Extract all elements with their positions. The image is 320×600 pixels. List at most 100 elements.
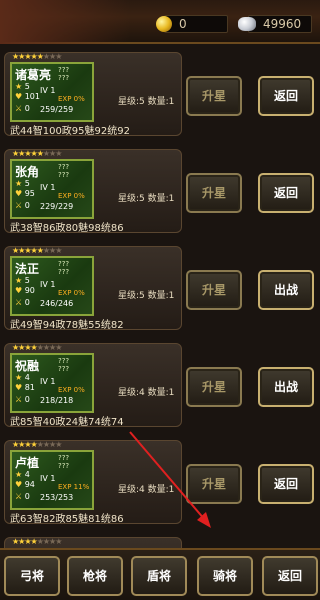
heart-icon: ♥ <box>15 189 23 198</box>
star-small-icon: ★ <box>15 470 23 479</box>
hero-unknown-2: ??? <box>58 365 70 373</box>
hero-bottom-left: ⚔ 0 <box>15 395 30 404</box>
hero-unknown-1: ??? <box>58 66 70 74</box>
star-icon: ★ <box>55 149 62 158</box>
silver-ingot-icon <box>238 17 256 31</box>
hero-portrait[interactable]: 祝融 ★ 4 ♥ 81 ⚔ 0?????? IV 1 EXP 0% 218/218 <box>10 353 94 413</box>
heart-icon: ♥ <box>15 286 23 295</box>
silver-amount: 49960 <box>248 15 312 33</box>
star-small-icon: ★ <box>15 179 23 188</box>
tab-cavalry[interactable]: 骑将 <box>197 556 253 596</box>
hero-stars: ★★★★★★★★ <box>12 440 62 449</box>
hero-iv: IV 1 <box>40 86 56 95</box>
hero-stars: ★★★★★★★★ <box>12 537 62 546</box>
hero-stats: 武44智100政95魅92统92 <box>10 126 130 137</box>
hero-card[interactable]: ★★★★★★★★ 祝融 ★ 4 ♥ 81 ⚔ 0?????? IV 1 EXP 0% 218/… <box>0 339 320 429</box>
star-small-icon: ★ <box>15 82 23 91</box>
hero-level-line: ★ 5 <box>15 82 30 91</box>
hero-action-button[interactable]: 返回 <box>258 173 314 213</box>
hero-hp-left: ♥ 94 <box>15 480 35 489</box>
hero-stars: ★★★★★★★★ <box>12 343 62 352</box>
hero-stats: 武85智40政24魅74统74 <box>10 417 124 428</box>
hero-portrait[interactable]: 诸葛亮 ★ 5 ♥ 101 ⚔ 0?????? IV 1 EXP 0% 259/259 <box>10 62 94 122</box>
star-small-icon: ★ <box>15 276 23 285</box>
tab-shield[interactable]: 盾将 <box>131 556 187 596</box>
hero-portrait[interactable]: 卢植 ★ 4 ♥ 94 ⚔ 0?????? IV 1 EXP 11% 253/253 <box>10 450 94 510</box>
hero-name: 张角 <box>15 165 40 179</box>
hero-card[interactable]: ★★★★★★★★ 张角 ★ 5 ♥ 95 ⚔ 0?????? IV 1 EXP 0% 229/… <box>0 145 320 235</box>
hero-hp-left: ♥ 101 <box>15 92 40 101</box>
hero-exp: EXP 0% <box>58 95 85 103</box>
hero-action-button[interactable]: 返回 <box>258 464 314 504</box>
star-icon: ★ <box>55 440 62 449</box>
hero-stars: ★★★★★★★★ <box>12 246 62 255</box>
hero-name: 诸葛亮 <box>15 68 52 82</box>
hero-card-partial[interactable]: ★★★★★★★★ <box>0 533 320 548</box>
heart-icon: ♥ <box>15 92 23 101</box>
hero-stats: 武38智86政80魅98统86 <box>10 223 124 234</box>
sword-icon: ⚔ <box>15 395 23 404</box>
hero-info: 星级:5 数量:1 <box>118 291 175 301</box>
hero-exp: EXP 0% <box>58 386 85 394</box>
star-icon: ★ <box>55 246 62 255</box>
sword-icon: ⚔ <box>15 492 23 501</box>
hero-level-line: ★ 4 <box>15 373 30 382</box>
hero-card[interactable]: ★★★★★★★★ 法正 ★ 5 ♥ 90 ⚔ 0?????? IV 1 EXP 0% 246/… <box>0 242 320 332</box>
hero-unknown-1: ??? <box>58 454 70 462</box>
hero-stars: ★★★★★★★★ <box>12 149 62 158</box>
star-icon: ★ <box>55 343 62 352</box>
hero-hp: 253/253 <box>40 493 74 502</box>
sword-icon: ⚔ <box>15 298 23 307</box>
hero-action-button[interactable]: 返回 <box>258 76 314 116</box>
hero-portrait[interactable]: 张角 ★ 5 ♥ 95 ⚔ 0?????? IV 1 EXP 0% 229/229 <box>10 159 94 219</box>
upgrade-star-button[interactable]: 升星 <box>186 367 242 407</box>
gold-coin-icon <box>156 16 172 32</box>
hero-bottom-left: ⚔ 0 <box>15 492 30 501</box>
hero-card[interactable]: ★★★★★★★★ 卢植 ★ 4 ♥ 94 ⚔ 0?????? IV 1 EXP 11% 253… <box>0 436 320 526</box>
hero-hp: 259/259 <box>40 105 74 114</box>
hero-unknown-2: ??? <box>58 74 70 82</box>
hero-card[interactable]: ★★★★★★★★ 诸葛亮 ★ 5 ♥ 101 ⚔ 0?????? IV 1 EXP 0% 25… <box>0 48 320 138</box>
hero-exp: EXP 0% <box>58 192 85 200</box>
hero-stats: 武63智82政85魅81统86 <box>10 514 124 525</box>
hero-exp: EXP 0% <box>58 289 85 297</box>
upgrade-star-button[interactable]: 升星 <box>186 270 242 310</box>
hero-info: 星级:4 数量:1 <box>118 485 175 495</box>
hero-list[interactable]: ★★★★★★★★ 诸葛亮 ★ 5 ♥ 101 ⚔ 0?????? IV 1 EXP 0% 25… <box>0 48 320 548</box>
top-currency-bar: 0 49960 <box>0 0 320 44</box>
hero-info: 星级:5 数量:1 <box>118 97 175 107</box>
hero-portrait[interactable]: 法正 ★ 5 ♥ 90 ⚔ 0?????? IV 1 EXP 0% 246/246 <box>10 256 94 316</box>
hero-unknown-2: ??? <box>58 462 70 470</box>
tab-archer[interactable]: 弓将 <box>4 556 60 596</box>
back-button[interactable]: 返回 <box>262 556 318 596</box>
hero-exp: EXP 11% <box>58 483 90 491</box>
hero-stats: 武49智94政78魅55统82 <box>10 320 124 331</box>
heart-icon: ♥ <box>15 480 23 489</box>
hero-level-line: ★ 5 <box>15 276 30 285</box>
hero-hp: 218/218 <box>40 396 74 405</box>
upgrade-star-button[interactable]: 升星 <box>186 464 242 504</box>
hero-action-button[interactable]: 出战 <box>258 367 314 407</box>
upgrade-star-button[interactable]: 升星 <box>186 76 242 116</box>
hero-name: 卢植 <box>15 456 40 470</box>
hero-unknown-1: ??? <box>58 163 70 171</box>
hero-hp-left: ♥ 95 <box>15 189 35 198</box>
hero-level-line: ★ 4 <box>15 470 30 479</box>
hero-unknown-2: ??? <box>58 268 70 276</box>
hero-unknown-1: ??? <box>58 357 70 365</box>
upgrade-star-button[interactable]: 升星 <box>186 173 242 213</box>
star-small-icon: ★ <box>15 373 23 382</box>
hero-info: 星级:4 数量:1 <box>118 388 175 398</box>
star-icon: ★ <box>55 537 62 546</box>
hero-bottom-left: ⚔ 0 <box>15 201 30 210</box>
hero-iv: IV 1 <box>40 377 56 386</box>
hero-unknown-2: ??? <box>58 171 70 179</box>
hero-hp-left: ♥ 90 <box>15 286 35 295</box>
hero-action-button[interactable]: 出战 <box>258 270 314 310</box>
hero-name: 祝融 <box>15 359 40 373</box>
hero-unknown-1: ??? <box>58 260 70 268</box>
bottom-tab-bar: 弓将 枪将 盾将 骑将 返回 <box>0 548 320 600</box>
tab-spear[interactable]: 枪将 <box>67 556 123 596</box>
gold-amount: 0 <box>164 15 228 33</box>
hero-iv: IV 1 <box>40 280 56 289</box>
